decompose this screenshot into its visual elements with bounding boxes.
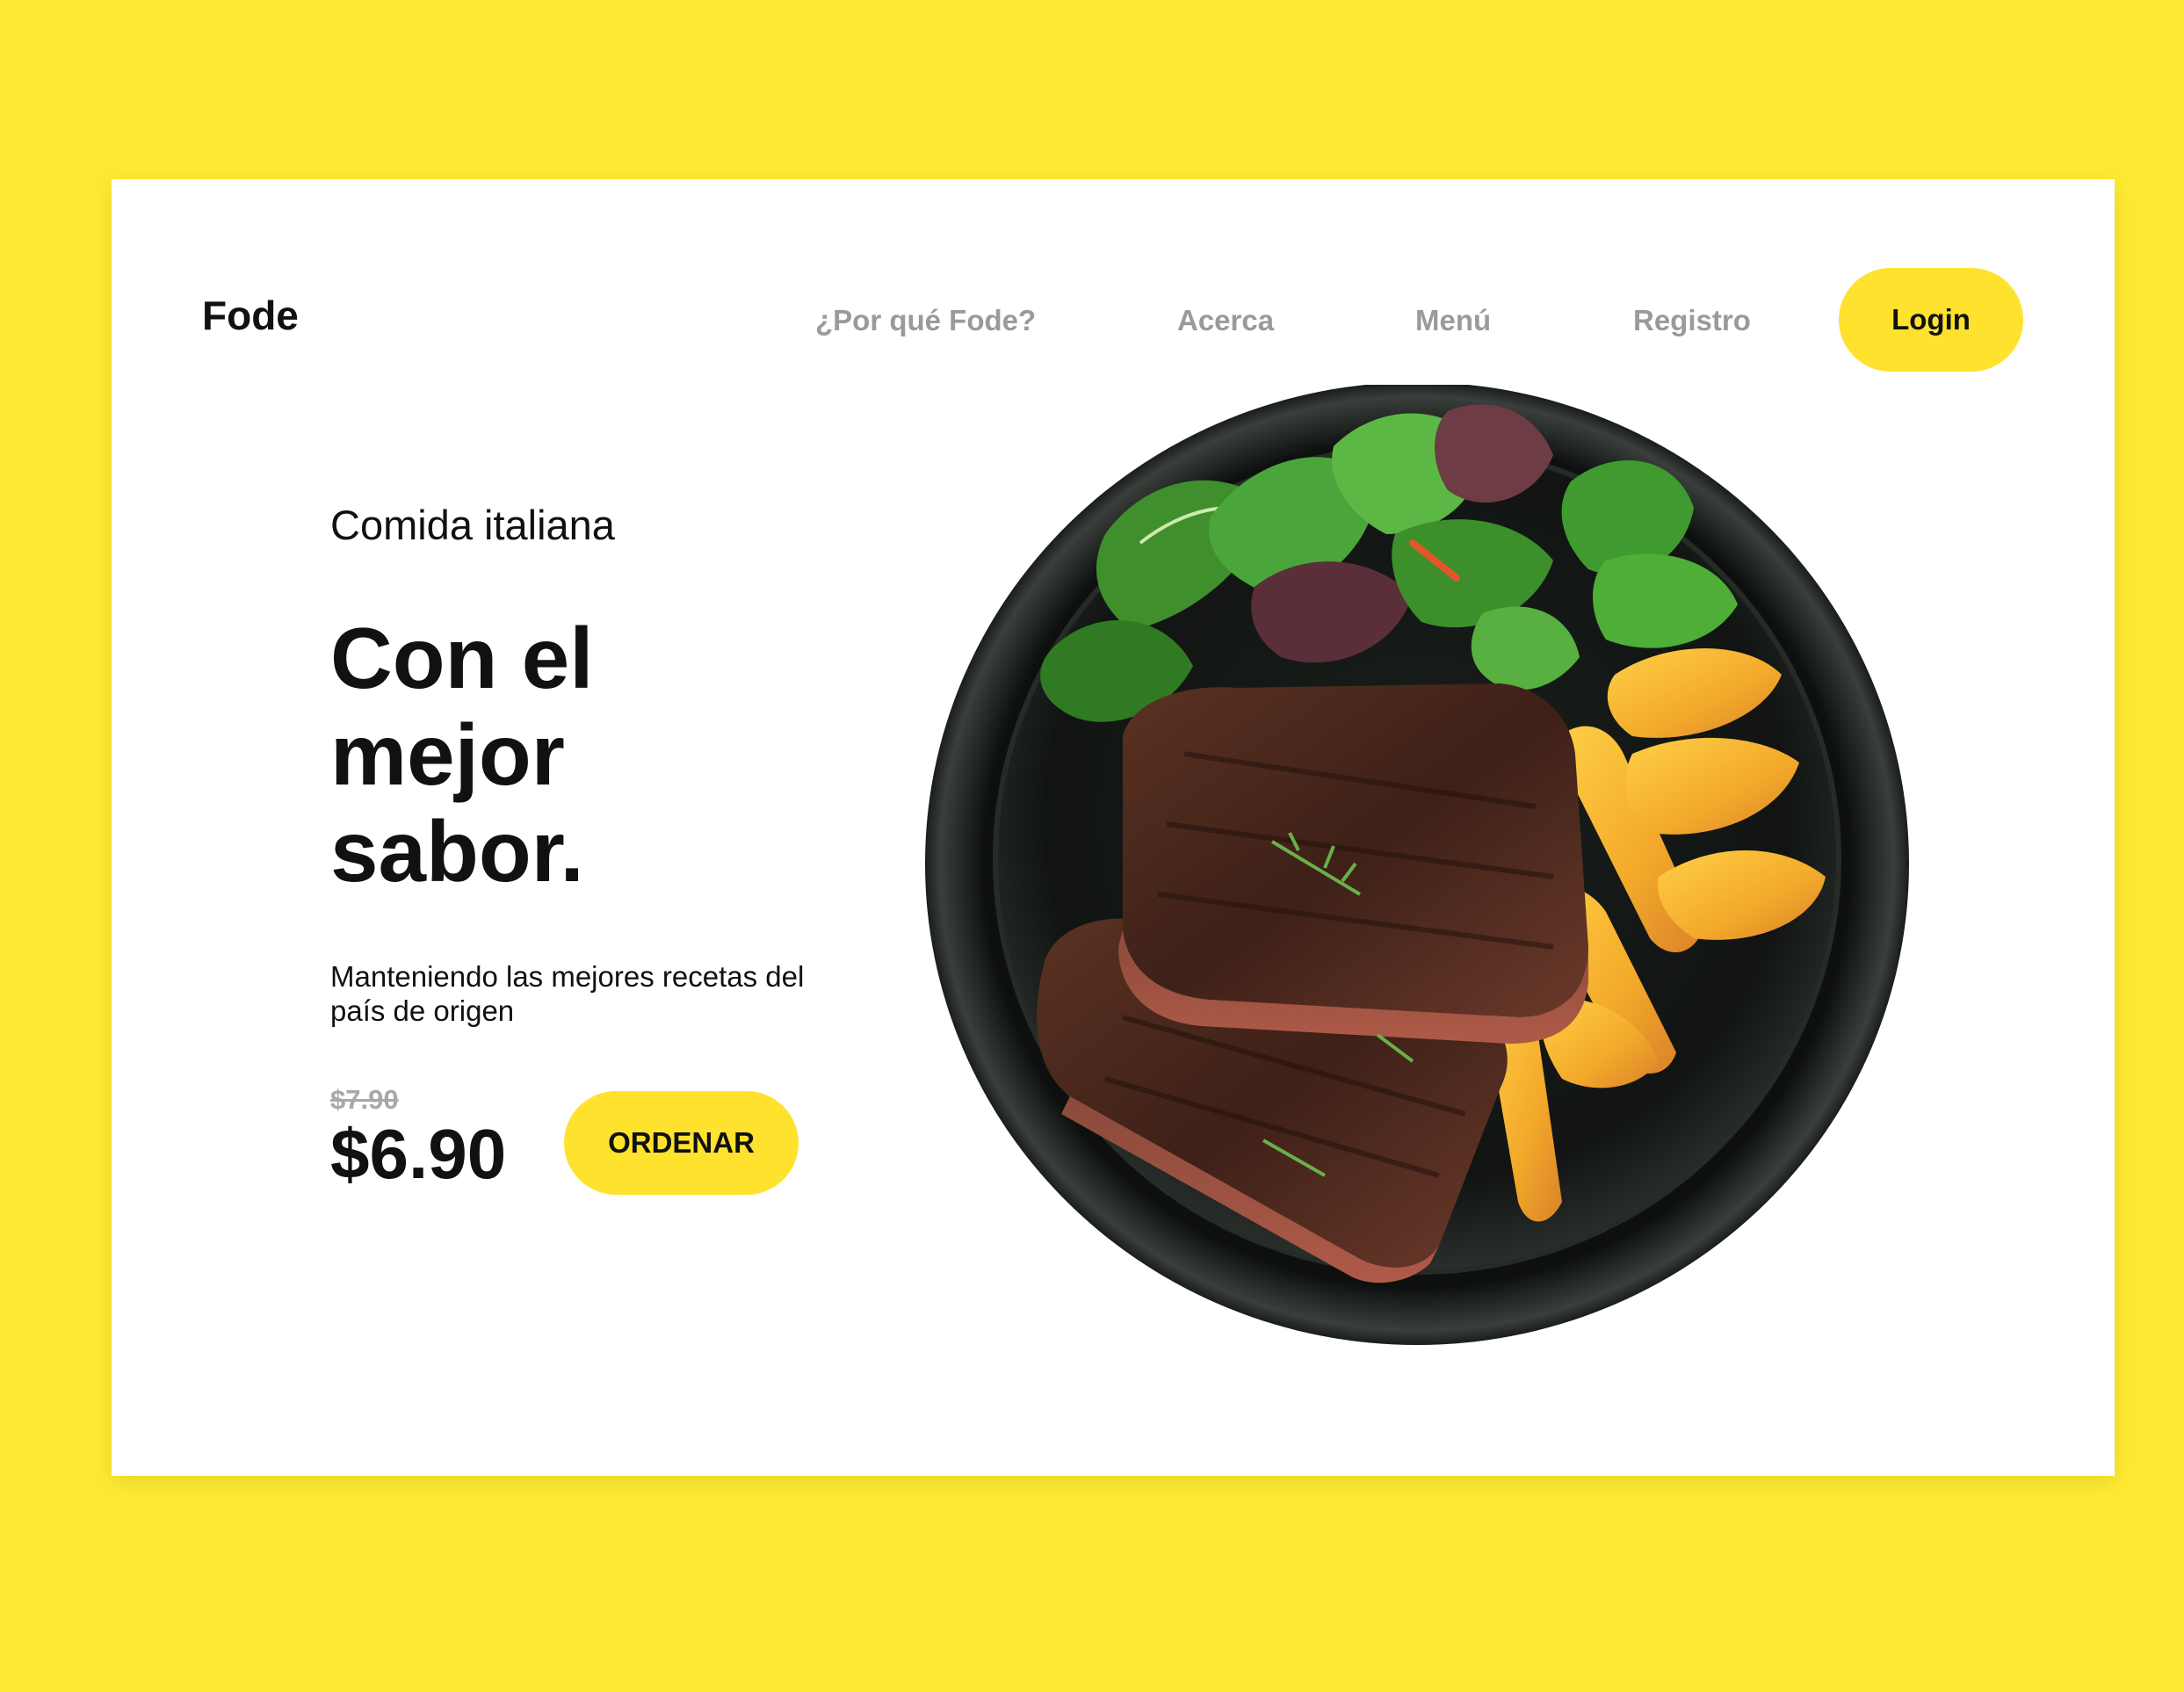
nav-about[interactable]: Acerca (1177, 306, 1274, 335)
steak-plate-image (925, 385, 1909, 1345)
headline-line-1: Con el (330, 610, 594, 706)
hero-card: Fode ¿Por qué Fode? Acerca Menú Registro… (112, 179, 2115, 1476)
order-button[interactable]: ORDENAR (564, 1091, 799, 1195)
hero-headline: Con el mejor sabor. (330, 610, 822, 900)
login-button[interactable]: Login (1839, 268, 2023, 372)
nav-why-fode[interactable]: ¿Por qué Fode? (815, 306, 1036, 335)
brand-logo[interactable]: Fode (202, 295, 299, 336)
nav-menu[interactable]: Menú (1415, 306, 1491, 335)
headline-line-3: sabor. (330, 803, 584, 900)
hero-description: Manteniendo las mejores recetas del país… (330, 960, 805, 1027)
cuisine-label: Comida italiana (330, 502, 615, 548)
nav-register[interactable]: Registro (1633, 306, 1751, 335)
original-price: $7.90 (330, 1084, 399, 1115)
current-price: $6.90 (330, 1115, 507, 1193)
headline-line-2: mejor (330, 706, 565, 803)
